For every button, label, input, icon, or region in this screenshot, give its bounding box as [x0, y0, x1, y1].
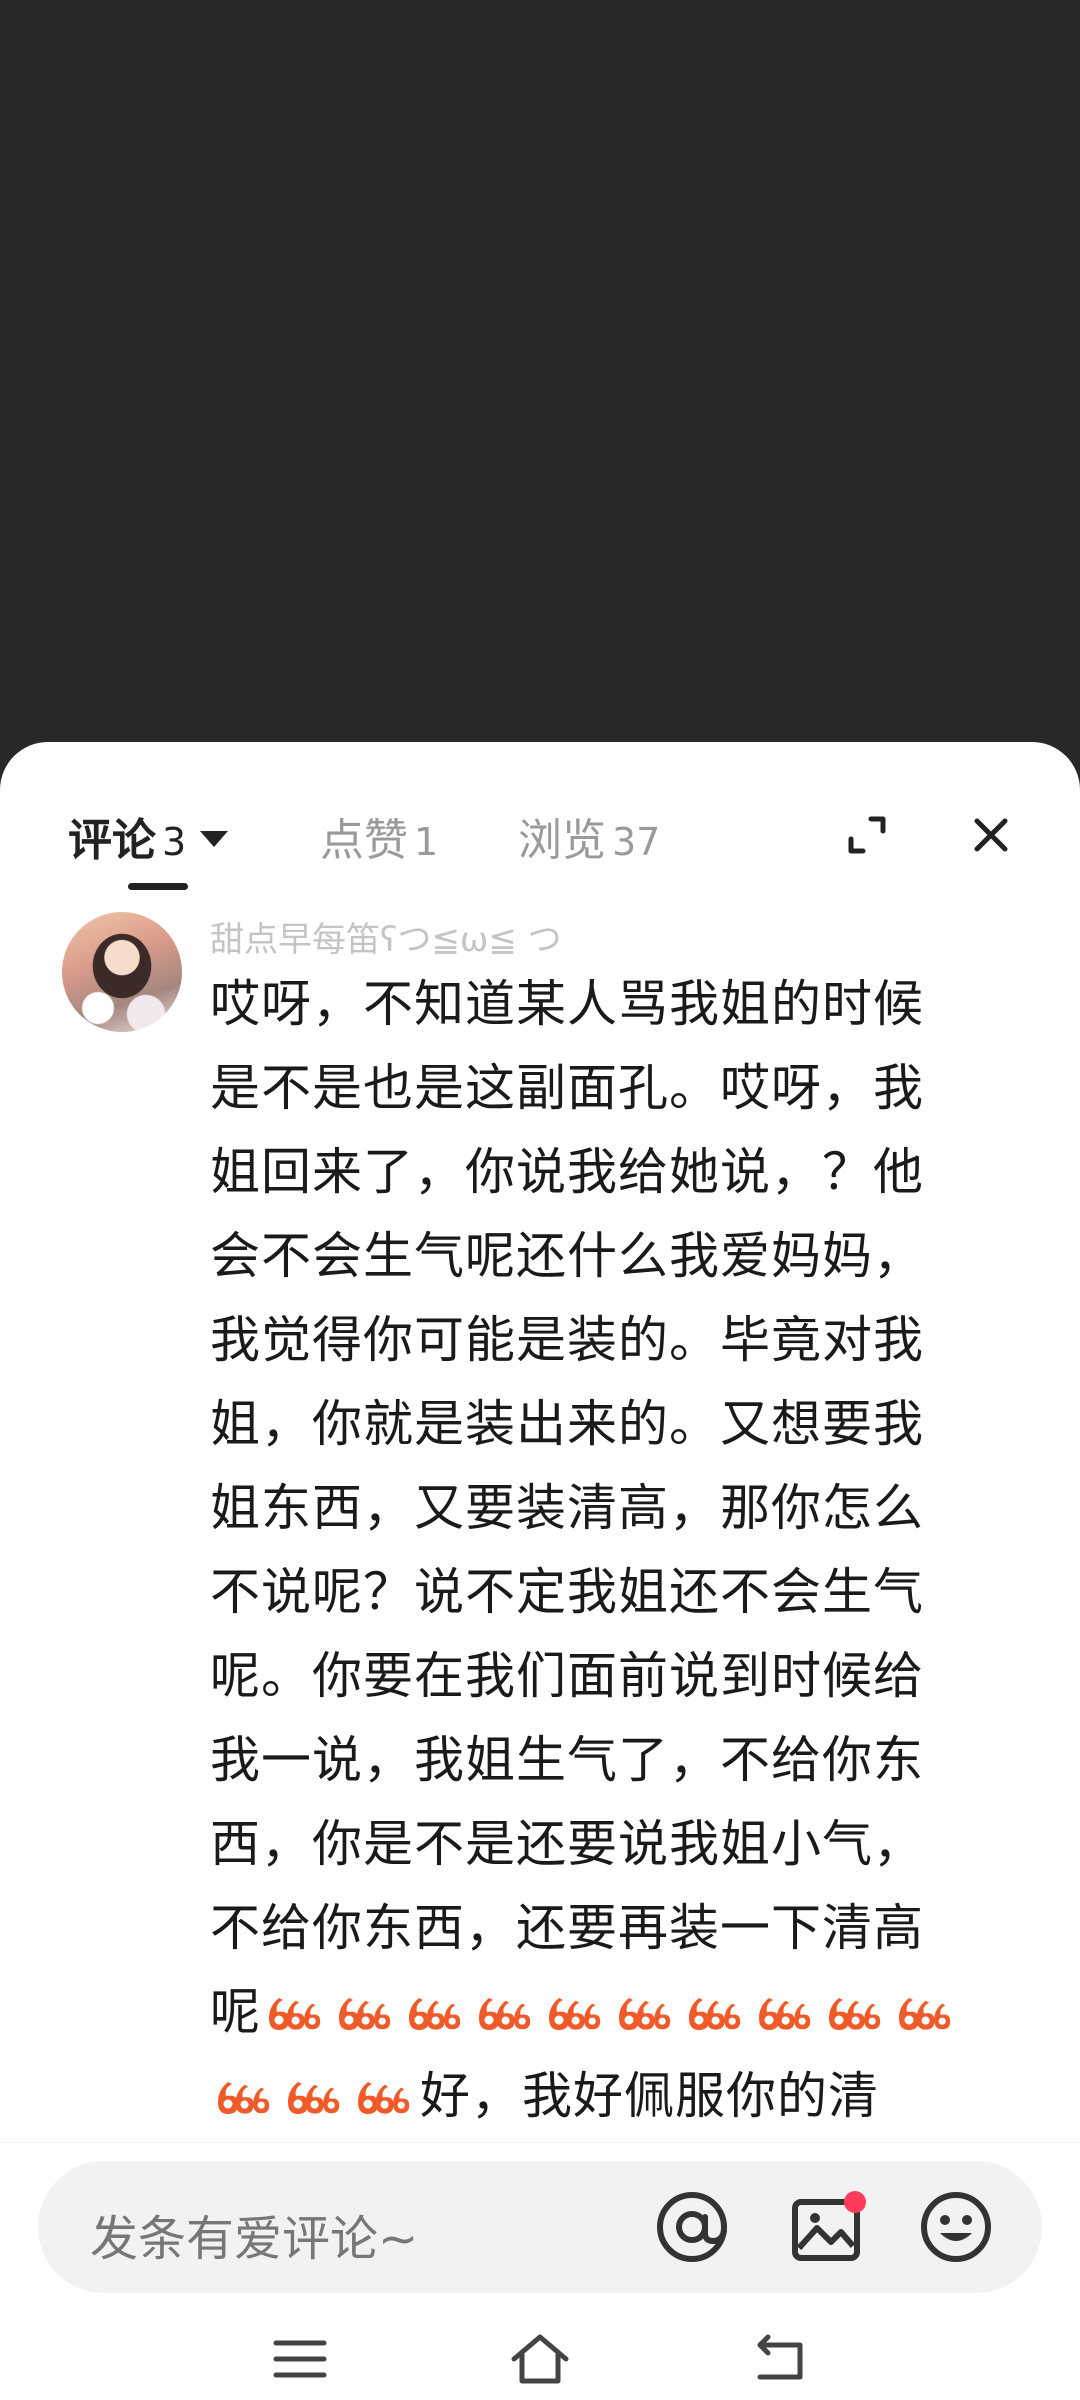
comment-input-bar: 发条有爱评论~	[0, 2142, 1080, 2400]
tab-likes[interactable]: 点赞 1	[320, 804, 438, 868]
666-fire-emoji	[479, 1997, 531, 2030]
system-nav-bar	[0, 2315, 1080, 2400]
666-fire-emoji	[339, 1997, 391, 2030]
tab-comments[interactable]: 评论 3	[68, 804, 229, 868]
comment-line: 我觉得你可能是装的。毕竟对我	[210, 1311, 924, 1369]
comment-line-suffix: 好，我好佩服你的清	[420, 2067, 879, 2125]
emoji-icon[interactable]	[914, 2185, 998, 2269]
comment-line: 不给你东西，还要再装一下清高	[210, 1899, 924, 1957]
emoji-row	[210, 2067, 420, 2125]
comment-username[interactable]: 甜点早每笛ʕつ≦ω≦ つ	[210, 912, 562, 956]
comment-line-emoji: 呢	[210, 1970, 1022, 2054]
comment-line: 姐，你就是装出来的。又想要我	[210, 1395, 924, 1453]
666-fire-emoji	[829, 1997, 881, 2030]
666-fire-emoji	[689, 1997, 741, 2030]
image-icon[interactable]	[784, 2185, 868, 2269]
tab-views-label: 浏览	[518, 815, 606, 866]
back-icon[interactable]	[740, 2319, 820, 2399]
tab-comments-count: 3	[162, 820, 187, 864]
comment-line-prefix: 呢	[210, 1983, 261, 2041]
comment-line: 会不会生气呢还什么我爱妈妈，	[210, 1227, 924, 1285]
dimmed-backdrop[interactable]	[0, 0, 1080, 750]
comment-line: 姐东西，又要装清高，那你怎么	[210, 1479, 924, 1537]
close-icon[interactable]	[956, 800, 1026, 870]
comment-line: 西，你是不是还要说我姐小气，	[210, 1815, 924, 1873]
comment-input[interactable]: 发条有爱评论~	[38, 2161, 1042, 2293]
mention-icon[interactable]	[650, 2185, 734, 2269]
notification-dot	[844, 2191, 866, 2213]
666-fire-emoji	[269, 1997, 321, 2030]
emoji-row	[261, 1983, 961, 2041]
active-tab-indicator	[128, 883, 188, 890]
comment-line: 呢。你要在我们面前说到时候给	[210, 1647, 924, 1705]
expand-icon[interactable]	[832, 800, 902, 870]
666-fire-emoji	[358, 2081, 410, 2114]
comment-item: 甜点早每笛ʕつ≦ω≦ つ 哎呀，不知道某人骂我姐的时候 是不是也是这副面孔。哎呀…	[0, 892, 1080, 2142]
tab-likes-label: 点赞	[320, 815, 408, 866]
666-fire-emoji	[218, 2081, 270, 2114]
comment-line: 我一说，我姐生气了，不给你东	[210, 1731, 924, 1789]
comment-line: 不说呢？说不定我姐还不会生气	[210, 1563, 924, 1621]
tab-likes-count: 1	[414, 820, 439, 864]
tab-views[interactable]: 浏览 37	[518, 804, 660, 868]
tab-bar: 评论 3 点赞 1 浏览 37	[0, 742, 1080, 892]
comment-line-emoji: 好，我好佩服你的清	[210, 2054, 1022, 2138]
home-icon[interactable]	[500, 2319, 580, 2399]
comment-line: 姐回来了，你说我给她说，？他	[210, 1143, 924, 1201]
666-fire-emoji	[549, 1997, 601, 2030]
avatar[interactable]	[62, 912, 182, 1032]
menu-icon[interactable]	[260, 2319, 340, 2399]
comment-line: 是不是也是这副面孔。哎呀，我	[210, 1059, 924, 1117]
666-fire-emoji	[409, 1997, 461, 2030]
comment-sheet: 评论 3 点赞 1 浏览 37 甜点早每笛ʕつ≦ω≦ つ 哎呀，不知道某人骂我姐的时候…	[0, 742, 1080, 2400]
comment-line: 哎呀，不知道某人骂我姐的时候	[210, 975, 924, 1033]
666-fire-emoji	[619, 1997, 671, 2030]
666-fire-emoji	[759, 1997, 811, 2030]
666-fire-emoji	[899, 1997, 951, 2030]
comment-input-placeholder: 发条有爱评论~	[90, 2211, 419, 2267]
comment-text: 哎呀，不知道某人骂我姐的时候 是不是也是这副面孔。哎呀，我 姐回来了，你说我给她…	[210, 962, 1022, 2138]
tab-views-count: 37	[612, 820, 661, 864]
666-fire-emoji	[288, 2081, 340, 2114]
tab-comments-label: 评论	[68, 815, 156, 866]
chevron-down-icon[interactable]	[200, 831, 229, 847]
